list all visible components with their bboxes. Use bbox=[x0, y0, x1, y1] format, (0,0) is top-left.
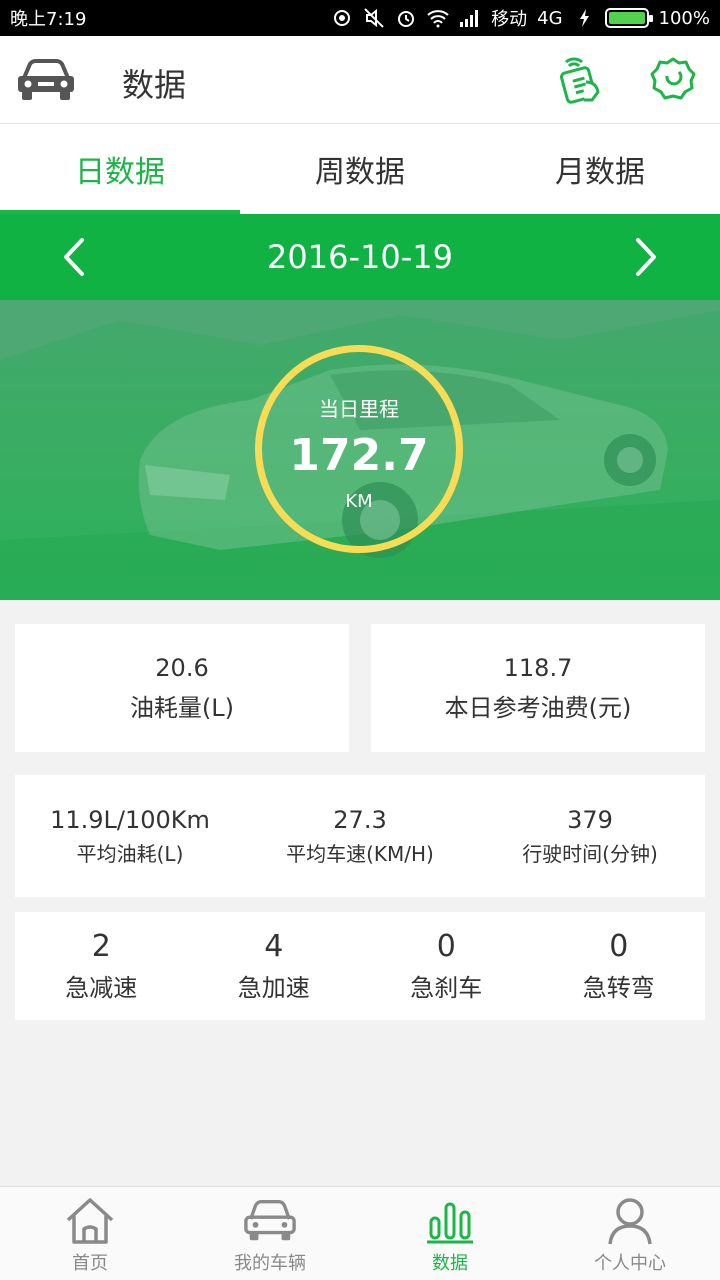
nav-home-label: 首页 bbox=[72, 1253, 108, 1274]
bar-chart-icon bbox=[423, 1195, 477, 1247]
current-date: 2016-10-19 bbox=[267, 238, 453, 276]
status-right: 移动 4G 100% bbox=[331, 5, 710, 31]
fuel-cost-label: 本日参考油费(元) bbox=[444, 693, 632, 722]
status-time: 晚上7:19 bbox=[10, 9, 87, 30]
chevron-left-icon[interactable] bbox=[50, 234, 96, 280]
nav-data[interactable]: 数据 bbox=[360, 1187, 540, 1280]
hard-brake-stat: 0 急刹车 bbox=[360, 912, 533, 1020]
battery-icon bbox=[604, 8, 653, 28]
network-label: 4G bbox=[537, 7, 563, 29]
page-title: 数据 bbox=[122, 66, 187, 104]
avg-fuel-value: 11.9L/100Km bbox=[50, 805, 210, 834]
bottom-nav: 首页 我的车辆 数据 个人中心 bbox=[0, 1186, 720, 1280]
nav-data-label: 数据 bbox=[432, 1253, 468, 1274]
mileage-hero: 当日里程 172.7 KM bbox=[0, 300, 720, 600]
hard-accel-stat: 4 急加速 bbox=[188, 912, 361, 1020]
status-bar: 晚上7:19 移动 4G 100% bbox=[0, 0, 720, 36]
tab-monthly[interactable]: 月数据 bbox=[480, 124, 720, 214]
chevron-right-icon[interactable] bbox=[624, 234, 670, 280]
drive-time-label: 行驶时间(分钟) bbox=[522, 841, 658, 866]
sharp-turn-stat: 0 急转弯 bbox=[533, 912, 706, 1020]
mileage-label: 当日里程 bbox=[319, 396, 399, 421]
avg-speed-stat: 27.3 平均车速(KM/H) bbox=[245, 775, 475, 897]
charging-icon bbox=[573, 7, 595, 29]
mute-icon bbox=[363, 7, 385, 29]
battery-percent: 100% bbox=[658, 7, 710, 29]
hard-decel-value: 2 bbox=[91, 929, 111, 964]
sharp-turn-value: 0 bbox=[609, 929, 629, 964]
carrier-label: 移动 bbox=[491, 9, 528, 30]
hard-accel-value: 4 bbox=[264, 929, 284, 964]
avg-speed-label: 平均车速(KM/H) bbox=[286, 841, 434, 866]
hard-decel-label: 急减速 bbox=[65, 974, 138, 1002]
person-icon bbox=[603, 1195, 657, 1247]
hard-decel-stat: 2 急减速 bbox=[15, 912, 188, 1020]
hard-brake-value: 0 bbox=[436, 929, 456, 964]
fuel-consumption-value: 20.6 bbox=[155, 653, 209, 682]
nav-my-vehicle-label: 我的车辆 bbox=[234, 1253, 306, 1274]
sharp-turn-label: 急转弯 bbox=[582, 974, 655, 1002]
tab-daily[interactable]: 日数据 bbox=[0, 124, 240, 214]
date-bar: 2016-10-19 bbox=[0, 214, 720, 300]
fuel-cost-card: 118.7 本日参考油费(元) bbox=[371, 624, 705, 752]
home-icon bbox=[63, 1195, 117, 1247]
drive-time-value: 379 bbox=[567, 805, 613, 834]
fuel-consumption-card: 20.6 油耗量(L) bbox=[15, 624, 349, 752]
mileage-ring: 当日里程 172.7 KM bbox=[255, 345, 463, 553]
hard-brake-label: 急刹车 bbox=[410, 974, 483, 1002]
wifi-icon bbox=[427, 7, 449, 29]
alarm-icon bbox=[395, 7, 417, 29]
avg-fuel-label: 平均油耗(L) bbox=[76, 841, 184, 866]
period-tabs: 日数据 周数据 月数据 bbox=[0, 124, 720, 214]
avg-fuel-stat: 11.9L/100Km 平均油耗(L) bbox=[15, 775, 245, 897]
nav-profile[interactable]: 个人中心 bbox=[540, 1187, 720, 1280]
car-icon bbox=[243, 1195, 297, 1247]
fuel-cost-value: 118.7 bbox=[503, 653, 573, 682]
mileage-value: 172.7 bbox=[289, 429, 429, 481]
car-icon[interactable] bbox=[14, 58, 78, 102]
tab-weekly[interactable]: 周数据 bbox=[240, 124, 480, 214]
mileage-unit: KM bbox=[345, 490, 373, 512]
driving-events-card: 2 急减速 4 急加速 0 急刹车 0 急转弯 bbox=[15, 912, 705, 1020]
settings-icon[interactable] bbox=[650, 56, 698, 104]
app-header: 数据 bbox=[0, 36, 720, 124]
driving-stats-card: 11.9L/100Km 平均油耗(L) 27.3 平均车速(KM/H) 379 … bbox=[15, 775, 705, 897]
signal-icon bbox=[459, 7, 481, 29]
avg-speed-value: 27.3 bbox=[333, 805, 387, 834]
sync-icon bbox=[331, 7, 353, 29]
fuel-consumption-label: 油耗量(L) bbox=[129, 693, 235, 722]
nav-home[interactable]: 首页 bbox=[0, 1187, 180, 1280]
device-connect-icon[interactable] bbox=[556, 56, 604, 104]
hard-accel-label: 急加速 bbox=[237, 974, 310, 1002]
nav-my-vehicle[interactable]: 我的车辆 bbox=[180, 1187, 360, 1280]
drive-time-stat: 379 行驶时间(分钟) bbox=[475, 775, 705, 897]
nav-profile-label: 个人中心 bbox=[594, 1253, 666, 1274]
